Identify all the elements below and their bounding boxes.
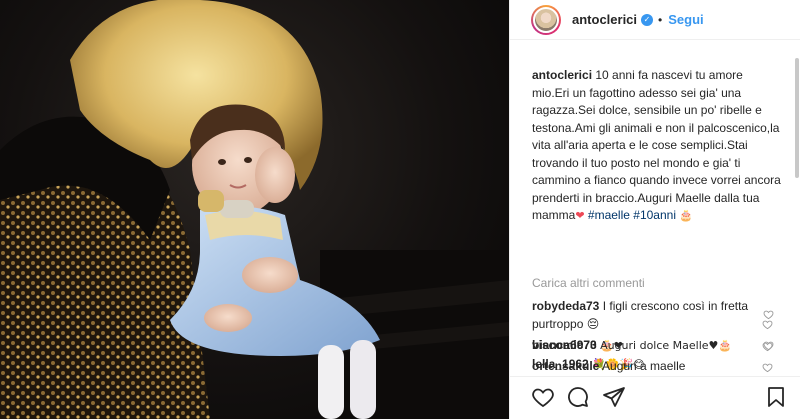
post-image: [0, 0, 509, 419]
verified-badge-icon: ✓: [641, 13, 654, 26]
caption-text: 10 anni fa nascevi tu amore mio.Eri un f…: [532, 68, 781, 222]
share-icon[interactable]: [602, 385, 626, 409]
comment-text: Auguri a maelle: [602, 359, 686, 373]
hashtag-link[interactable]: #maelle: [588, 208, 630, 222]
comment-text: Auguri dolce Maelle♥🎂: [600, 339, 733, 352]
avatar[interactable]: [531, 4, 561, 35]
comment-username[interactable]: bianca6970: [532, 338, 597, 352]
comment-username[interactable]: robydeda73: [532, 299, 599, 313]
comment-like-heart-icon[interactable]: [762, 341, 773, 352]
comment-icon[interactable]: [566, 385, 590, 409]
post-header: antoclerici ✓ • Segui: [510, 0, 800, 40]
post-side-panel: antoclerici ✓ • Segui antoclerici 10 ann…: [509, 0, 800, 419]
load-more-comments-button[interactable]: Carica altri commenti: [532, 276, 645, 290]
caption-username[interactable]: antoclerici: [532, 68, 592, 82]
comment-item: bianca6970 Auguri dolce Maelle♥🎂: [532, 337, 792, 355]
comment-like-heart-icon[interactable]: [762, 362, 773, 373]
hashtag-link[interactable]: #10anni: [633, 208, 676, 222]
comments-scrollbar[interactable]: [795, 58, 799, 178]
heart-icon[interactable]: [531, 385, 555, 409]
comment-username[interactable]: ortensakule: [532, 359, 599, 373]
bookmark-icon[interactable]: [764, 385, 788, 409]
post-caption: antoclerici 10 anni fa nascevi tu amore …: [532, 67, 782, 225]
post-actions-bar: [510, 376, 800, 419]
comment-like-heart-icon[interactable]: [762, 319, 773, 330]
header-separator: •: [658, 12, 663, 27]
comment-item: robydeda73 I figli crescono così in fret…: [532, 298, 792, 333]
cake-icon: 🎂: [679, 209, 694, 222]
post-photo[interactable]: [0, 0, 509, 419]
red-heart-icon: ❤: [575, 209, 585, 222]
header-username[interactable]: antoclerici: [572, 12, 637, 27]
comment-item: ortensakule Auguri a maelle: [532, 358, 792, 376]
comments-area[interactable]: antoclerici 10 anni fa nascevi tu amore …: [510, 40, 800, 376]
follow-button[interactable]: Segui: [668, 12, 703, 27]
